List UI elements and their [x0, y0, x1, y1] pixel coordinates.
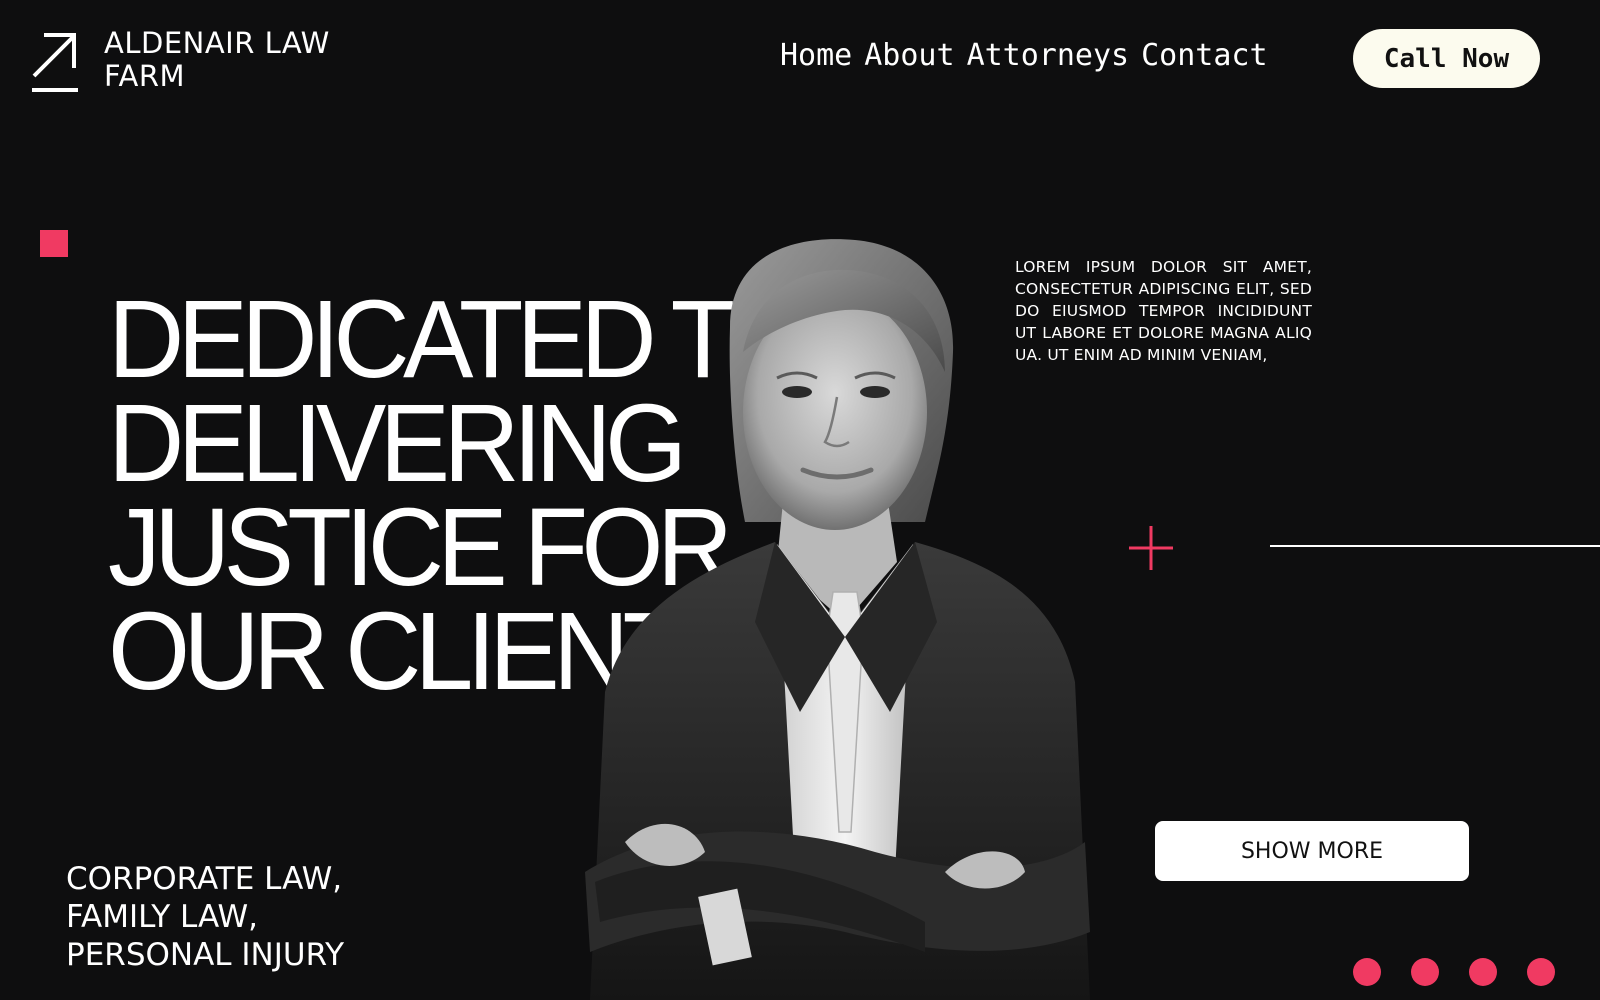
practice-area-item: CORPORATE LAW, — [66, 861, 343, 897]
pink-square-icon — [40, 230, 68, 257]
carousel-dots — [1353, 958, 1585, 986]
carousel-dot[interactable] — [1353, 958, 1381, 986]
arrow-up-right-icon — [32, 33, 78, 92]
practice-area-item: PERSONAL INJURY — [66, 937, 345, 973]
carousel-dot[interactable] — [1527, 958, 1555, 986]
nav-contact-link[interactable]: Contact — [1141, 38, 1267, 73]
carousel-dot[interactable] — [1469, 958, 1497, 986]
brand-logo[interactable]: ALDENAIR LAW FARM — [30, 27, 364, 94]
plus-icon — [1129, 526, 1173, 570]
brand-name-line1: ALDENAIR LAW — [104, 26, 330, 60]
nav-home-link[interactable]: Home — [780, 38, 852, 73]
call-now-button[interactable]: Call Now — [1353, 29, 1540, 88]
nav-attorneys-link[interactable]: Attorneys — [967, 38, 1130, 73]
brand-name-line2: FARM — [104, 59, 186, 93]
divider-line — [1270, 545, 1600, 547]
brand-name: ALDENAIR LAW FARM — [104, 27, 364, 93]
main-nav: Home About Attorneys Contact — [780, 38, 1268, 73]
practice-areas: CORPORATE LAW, FAMILY LAW, PERSONAL INJU… — [66, 860, 344, 974]
carousel-dot[interactable] — [1411, 958, 1439, 986]
practice-area-item: FAMILY LAW, — [66, 899, 259, 935]
nav-about-link[interactable]: About — [864, 38, 954, 73]
hero-description: LOREM IPSUM DOLOR SIT AMET, CONSECTETUR … — [1015, 257, 1312, 364]
show-more-button[interactable]: SHOW MORE — [1155, 821, 1469, 881]
